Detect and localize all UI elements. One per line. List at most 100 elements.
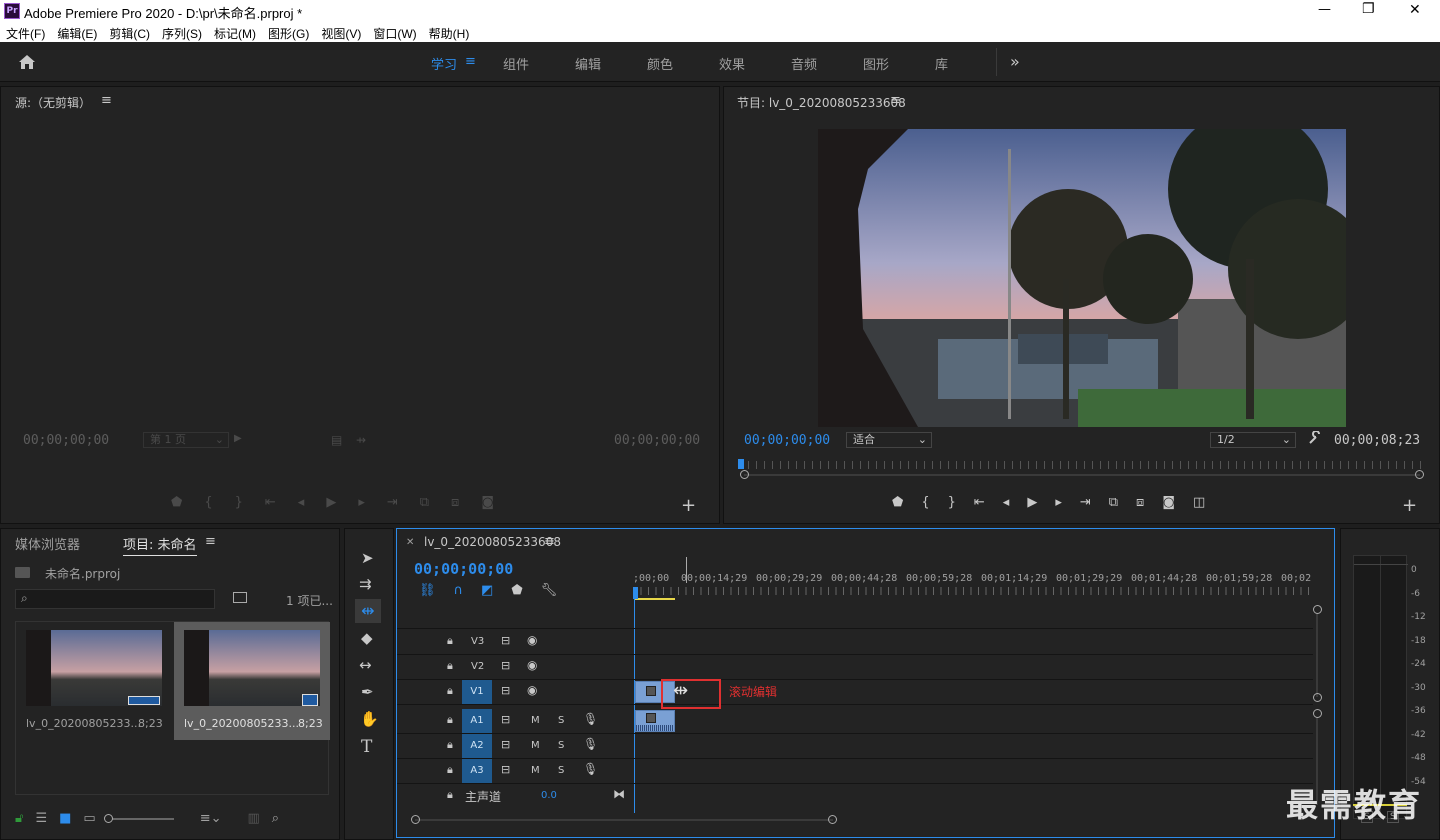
mark-in-icon[interactable]: { xyxy=(204,495,212,510)
clip-item[interactable]: lv_0_20200805233... 8;23 xyxy=(16,622,173,740)
source-monitor-title[interactable]: 源:（无剪辑） xyxy=(15,94,91,111)
snap-icon[interactable]: ∩ xyxy=(454,583,464,598)
mute-button[interactable]: M xyxy=(531,740,540,751)
audio-clip[interactable] xyxy=(635,710,675,732)
source-timecode[interactable]: 00;00;00;00 xyxy=(23,433,109,448)
play-icon[interactable]: ▶ xyxy=(1027,495,1037,510)
go-to-in-icon[interactable]: ⇤ xyxy=(265,495,276,510)
sync-lock-icon[interactable]: ⊟ xyxy=(501,684,510,697)
track-target-a3[interactable]: A3 xyxy=(462,759,492,783)
slip-tool-icon[interactable]: ↔ xyxy=(359,656,372,674)
lock-icon[interactable]: 🔓︎ xyxy=(15,811,23,826)
solo-button[interactable]: S xyxy=(558,765,564,776)
zoom-handle-left[interactable] xyxy=(740,470,749,479)
step-forward-icon[interactable]: ▸ xyxy=(358,495,365,510)
master-volume[interactable]: 0.0 xyxy=(541,790,557,801)
mic-icon[interactable]: 🎙︎ xyxy=(583,737,598,751)
sync-lock-icon[interactable]: ⊟ xyxy=(501,634,510,647)
eye-icon[interactable]: ◉ xyxy=(527,658,537,672)
camera-icon[interactable]: ◙ xyxy=(481,495,494,510)
nest-icon[interactable]: ⛓ xyxy=(419,583,436,598)
go-to-end-icon[interactable]: ⧓ xyxy=(613,787,625,801)
panel-menu-icon[interactable]: ≡ xyxy=(544,534,555,549)
menu-graphics[interactable]: 图形(G) xyxy=(268,25,309,42)
menu-sequence[interactable]: 序列(S) xyxy=(162,25,202,42)
page-select[interactable]: 第 1 页 ⌄ xyxy=(143,432,229,448)
freeform-view-icon[interactable]: ▭ xyxy=(83,811,95,826)
add-marker-icon[interactable]: ⬟ xyxy=(511,583,522,598)
more-workspaces-button[interactable]: » xyxy=(1010,52,1020,71)
track-label-v3[interactable]: V3 xyxy=(471,636,484,647)
close-sequence-icon[interactable]: ✕ xyxy=(406,537,414,548)
eye-icon[interactable]: ◉ xyxy=(527,683,537,697)
linked-selection-icon[interactable]: ◩ xyxy=(481,583,493,598)
panel-menu-icon[interactable]: ≡ xyxy=(205,534,216,549)
go-to-out-icon[interactable]: ⇥ xyxy=(387,495,398,510)
add-button-icon[interactable]: + xyxy=(681,495,696,516)
track-target-a1[interactable]: A1 xyxy=(462,709,492,733)
hand-tool-icon[interactable]: ✋ xyxy=(360,710,379,728)
lift-icon[interactable]: ⧉ xyxy=(1109,495,1118,510)
resolution-select[interactable]: 1/2 ⌄ xyxy=(1210,432,1296,448)
tab-project[interactable]: 项目: 未命名 xyxy=(123,534,197,556)
home-icon[interactable] xyxy=(18,54,36,73)
track-target-v1[interactable]: V1 xyxy=(462,680,492,704)
workspace-tab-graphics[interactable]: 图形 xyxy=(863,54,935,73)
menu-edit[interactable]: 编辑(E) xyxy=(57,25,97,42)
mark-out-icon[interactable]: } xyxy=(948,495,956,510)
video-frame[interactable] xyxy=(818,129,1346,427)
lock-icon[interactable]: 🔒︎ xyxy=(447,738,453,752)
compare-icon[interactable]: ◫ xyxy=(1193,495,1205,510)
step-forward-icon[interactable]: ▸ xyxy=(1055,495,1062,510)
type-tool-icon[interactable]: T xyxy=(361,737,372,757)
mic-icon[interactable]: 🎙︎ xyxy=(583,762,598,776)
new-bin-icon[interactable] xyxy=(233,592,247,603)
sync-lock-icon[interactable]: ⊟ xyxy=(501,659,510,672)
timeline-timecode[interactable]: 00;00;00;00 xyxy=(414,560,513,578)
step-back-icon[interactable]: ◂ xyxy=(298,495,305,510)
go-to-out-icon[interactable]: ⇥ xyxy=(1080,495,1091,510)
add-button-icon[interactable]: + xyxy=(1402,495,1417,516)
vertical-scrollbar-video[interactable] xyxy=(1313,605,1322,703)
maximize-button[interactable]: ❐ xyxy=(1362,1,1375,17)
menu-file[interactable]: 文件(F) xyxy=(6,25,45,42)
menu-marker[interactable]: 标记(M) xyxy=(214,25,256,42)
overwrite-icon[interactable]: ⧈ xyxy=(451,495,459,510)
automate-icon[interactable]: ▥ xyxy=(247,811,259,826)
program-timecode[interactable]: 00;00;00;00 xyxy=(744,433,830,448)
menu-help[interactable]: 帮助(H) xyxy=(429,25,470,42)
track-select-tool-icon[interactable]: ⇉ xyxy=(359,575,372,593)
mute-button[interactable]: M xyxy=(531,715,540,726)
sequence-tab[interactable]: lv_0_20200805233608 xyxy=(424,535,561,549)
lock-icon[interactable]: 🔒︎ xyxy=(447,659,453,673)
workspace-tab-effects[interactable]: 效果 xyxy=(719,54,791,73)
timeline-playhead[interactable] xyxy=(633,587,638,599)
menu-window[interactable]: 窗口(W) xyxy=(373,25,416,42)
camera-icon[interactable]: ◙ xyxy=(1162,495,1175,510)
menu-clip[interactable]: 剪辑(C) xyxy=(109,25,150,42)
mute-button[interactable]: M xyxy=(531,765,540,776)
razor-tool-icon[interactable]: ◆ xyxy=(361,629,373,647)
go-to-in-icon[interactable]: ⇤ xyxy=(974,495,985,510)
workspace-tab-editing[interactable]: 编辑 xyxy=(575,54,647,73)
marker-icon[interactable]: ⬟ xyxy=(892,495,903,510)
program-scrubber[interactable] xyxy=(738,459,1424,479)
track-target-a2[interactable]: A2 xyxy=(462,734,492,758)
clip-item-selected[interactable]: lv_0_20200805233... 8;23 xyxy=(174,622,330,740)
settings-icon[interactable]: ▤ xyxy=(331,433,342,447)
solo-button[interactable]: S xyxy=(558,740,564,751)
close-button[interactable]: ✕ xyxy=(1409,2,1421,18)
lock-icon[interactable]: 🔒︎ xyxy=(447,684,453,698)
lock-icon[interactable]: 🔒︎ xyxy=(447,713,453,727)
workspace-menu-icon[interactable]: ≡ xyxy=(465,54,476,73)
find-icon[interactable]: ⌕ xyxy=(272,811,279,826)
pen-tool-icon[interactable]: ✒ xyxy=(361,683,374,701)
horizontal-scrollbar[interactable] xyxy=(411,815,837,825)
mark-out-icon[interactable]: } xyxy=(235,495,243,510)
minimize-button[interactable]: — xyxy=(1318,2,1331,17)
tab-media-browser[interactable]: 媒体浏览器 xyxy=(15,534,80,553)
solo-button[interactable]: S xyxy=(558,715,564,726)
rolling-edit-tool-icon[interactable]: ⇹ xyxy=(355,599,381,623)
mic-icon[interactable]: 🎙︎ xyxy=(583,712,598,726)
work-area-bar[interactable] xyxy=(635,598,675,600)
